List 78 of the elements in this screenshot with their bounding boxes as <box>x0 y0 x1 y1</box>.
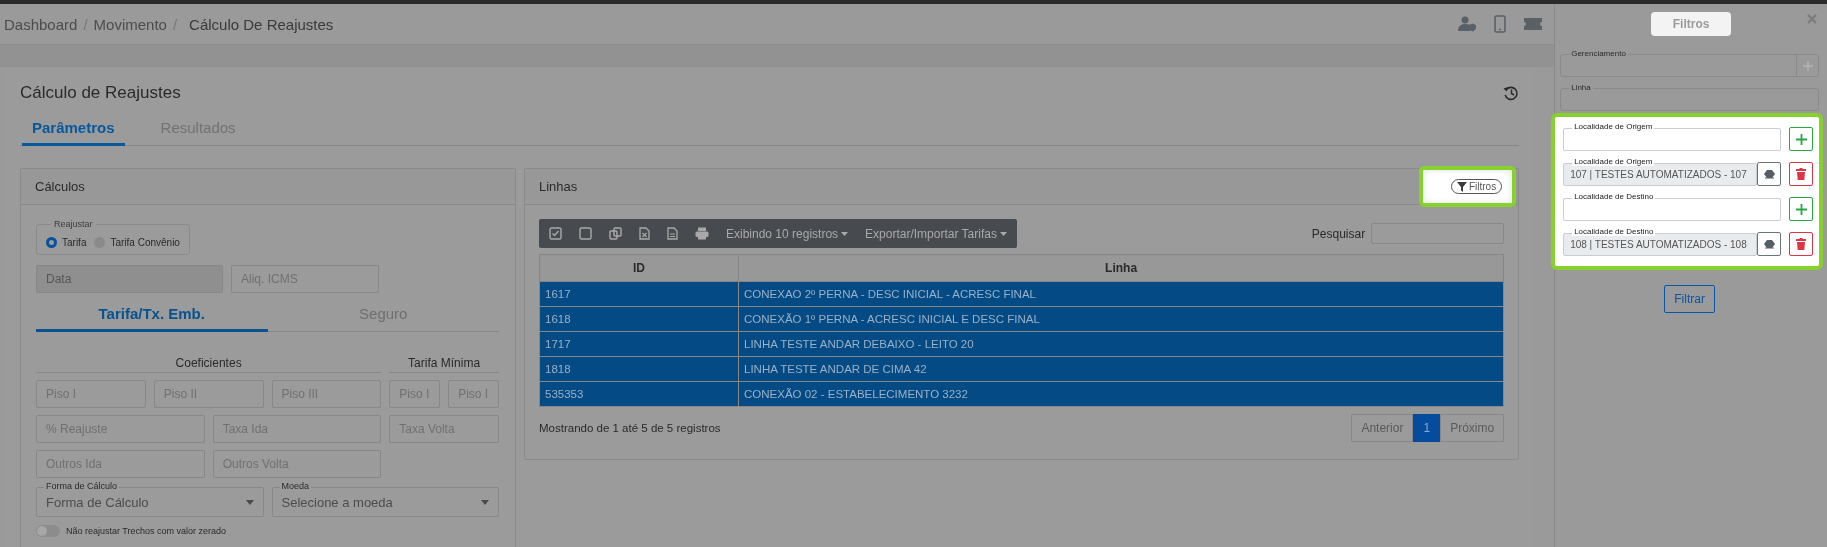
eraser-icon <box>1763 169 1775 179</box>
table-cell: 1618 <box>539 306 739 332</box>
table-cell: CONEXÃO 02 - ESTABELECIMENTO 3232 <box>738 381 1504 407</box>
section-heading: Tarifa Mínima <box>389 356 499 373</box>
column-header[interactable]: Linha <box>738 254 1504 282</box>
field-label: Forma de Cálculo <box>44 482 120 491</box>
breadcrumb-separator: / <box>83 15 88 33</box>
table-row[interactable]: 1818 LINHA TESTE ANDAR DE CIMA 42 <box>539 356 1504 382</box>
toggle-label: Não reajustar Trechos com valor zerado <box>66 526 227 536</box>
table-row[interactable]: 1617 CONEXAO 2º PERNA - DESC INICIAL - ACRESC FINAL <box>539 281 1504 307</box>
section-heading: Coeficientes <box>36 356 382 373</box>
trash-icon <box>1796 168 1806 180</box>
pagination-button[interactable]: Próximo <box>1440 414 1505 442</box>
filter-button[interactable]: Filtros <box>1450 179 1503 194</box>
caret-icon <box>841 231 849 236</box>
add-button[interactable] <box>1789 197 1813 221</box>
user-shield-icon[interactable] <box>1458 16 1477 32</box>
empty-box-icon[interactable] <box>579 227 592 240</box>
group-legend: Reajustar <box>51 219 96 229</box>
tab[interactable]: Parâmetros <box>22 113 125 146</box>
field-label: Localidade de Origem <box>1572 157 1655 166</box>
ticket-icon[interactable] <box>1524 18 1543 30</box>
toolbar-dropdown[interactable]: Exibindo 10 registros <box>726 226 849 241</box>
delete-button[interactable] <box>1789 232 1813 256</box>
eraser-icon <box>1763 239 1775 249</box>
panel-title: Cálculos <box>35 179 85 194</box>
add-button[interactable] <box>1789 127 1813 151</box>
toolbar-dropdown[interactable]: Exportar/Importar Tarifas <box>865 226 1007 241</box>
table-row[interactable]: 1618 CONEXÃO 1º PERNA - ACRESC INICIAL E DESC FINAL <box>539 306 1504 332</box>
breadcrumb-item[interactable]: Dashboard <box>4 15 78 33</box>
table-cell: LINHA TESTE ANDAR DEBAIXO - LEITO 20 <box>738 331 1504 357</box>
caret-icon <box>999 231 1007 236</box>
filter-icon <box>1456 181 1467 192</box>
eraser-button[interactable] <box>1757 162 1781 186</box>
copy-icon[interactable] <box>609 227 622 240</box>
delete-button[interactable] <box>1789 162 1813 186</box>
table-row[interactable]: 535353 CONEXÃO 02 - ESTABELECIMENTO 3232 <box>539 381 1504 407</box>
caret-icon <box>481 499 489 505</box>
pagination-button[interactable]: Anterior <box>1351 414 1414 442</box>
plus-icon <box>1795 133 1807 145</box>
print-icon[interactable] <box>695 227 709 240</box>
field-label: Linha <box>1569 83 1593 92</box>
trash-icon <box>1796 238 1806 250</box>
breadcrumb-item[interactable]: Movimento <box>93 15 167 33</box>
table-cell: 1717 <box>539 331 739 357</box>
table-cell: 535353 <box>539 381 739 407</box>
eraser-button[interactable] <box>1757 232 1781 256</box>
radio-label: Tarifa Convênio <box>110 237 180 248</box>
history-icon[interactable] <box>1503 85 1520 101</box>
table-cell: LINHA TESTE ANDAR DE CIMA 42 <box>738 356 1504 382</box>
column-header[interactable]: ID <box>539 254 739 282</box>
tab[interactable]: Tarifa/Tx. Emb. <box>36 299 268 332</box>
toggle-switch[interactable] <box>36 525 60 537</box>
drawer-title: Filtros <box>1650 12 1732 36</box>
checked-box-icon[interactable] <box>549 227 562 240</box>
table-cell: 1617 <box>539 281 739 307</box>
breadcrumb-item[interactable]: Cálculo De Reajustes <box>189 15 334 33</box>
field-label: Localidade de Destino <box>1572 227 1656 236</box>
file-icon[interactable] <box>667 227 678 240</box>
radio-label: Tarifa <box>62 237 87 248</box>
table-cell: 1818 <box>539 356 739 382</box>
spreadsheet-file-icon[interactable] <box>639 227 650 240</box>
caret-icon <box>245 499 254 505</box>
plus-icon <box>1795 203 1807 215</box>
search-label: Pesquisar <box>1311 226 1366 241</box>
pagination-button[interactable]: 1 <box>1413 414 1441 442</box>
table-info: Mostrando de 1 até 5 de 5 registros <box>539 422 721 434</box>
breadcrumb-separator: / <box>172 15 178 33</box>
panel-title: Linhas <box>539 179 578 194</box>
table-cell: CONEXÃO 1º PERNA - ACRESC INICIAL E DESC FINAL <box>738 306 1504 332</box>
page-title: Cálculo de Reajustes <box>20 83 181 103</box>
field-label: Moeda <box>279 482 312 491</box>
radio-button[interactable] <box>46 237 57 248</box>
phone-icon[interactable] <box>1494 15 1507 33</box>
filter-submit-button[interactable]: Filtrar <box>1664 285 1715 313</box>
input-field[interactable] <box>1563 197 1781 221</box>
table-row[interactable]: 1717 LINHA TESTE ANDAR DEBAIXO - LEITO 20 <box>539 331 1504 357</box>
table-cell: CONEXAO 2º PERNA - DESC INICIAL - ACRESC FINAL <box>738 281 1504 307</box>
